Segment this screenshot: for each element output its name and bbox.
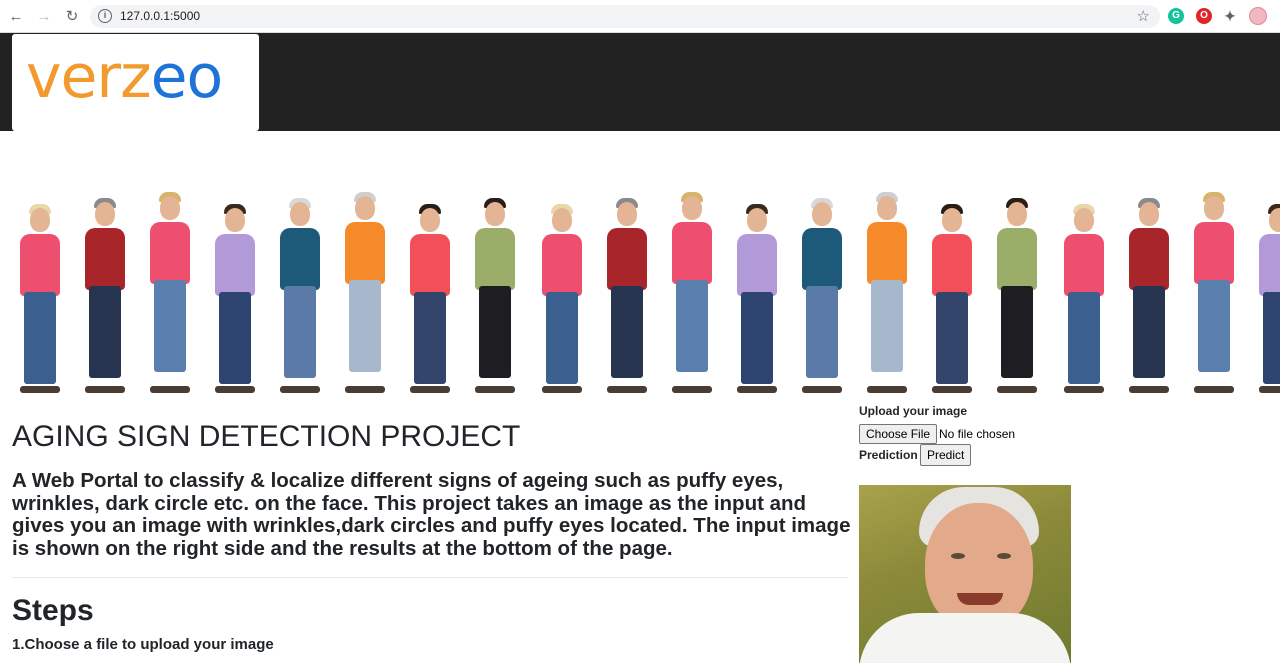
arrow-left-icon[interactable]: ← (6, 7, 26, 27)
banner-person (404, 204, 456, 394)
profile-avatar-icon[interactable] (1249, 7, 1267, 25)
banner-person (991, 198, 1043, 394)
arrow-right-icon[interactable]: → (34, 7, 54, 27)
logo-text-blue: eo (150, 42, 224, 112)
photo-mouth (957, 593, 1003, 605)
address-bar[interactable]: i 127.0.0.1:5000 ☆ (90, 5, 1160, 28)
photo-right-eye (997, 553, 1011, 559)
page-title: AGING SIGN DETECTION PROJECT (12, 420, 521, 453)
prediction-label: Prediction (859, 448, 918, 462)
banner-person (666, 192, 718, 394)
reload-icon[interactable]: ↻ (62, 7, 82, 27)
section-divider (12, 577, 848, 578)
banner-person (14, 204, 66, 394)
banner-people-image (0, 185, 1280, 400)
logo-text-orange: verz (26, 42, 152, 112)
banner-person (1058, 204, 1110, 394)
info-icon[interactable]: i (98, 9, 112, 23)
verzeo-logo[interactable]: verzeo (12, 34, 259, 131)
uploaded-face-image (859, 485, 1071, 663)
banner-person (601, 198, 653, 394)
banner-person (469, 198, 521, 394)
file-status-text: No file chosen (939, 427, 1016, 441)
banner-person (536, 204, 588, 394)
banner-person (79, 198, 131, 394)
step-1-text: 1.Choose a file to upload your image (12, 636, 274, 653)
banner-person (796, 198, 848, 394)
adblock-extension-icon[interactable]: O (1196, 8, 1212, 24)
banner-person (731, 204, 783, 394)
logo-wordmark: verzeo (26, 42, 224, 112)
steps-heading: Steps (12, 594, 94, 627)
banner-person (339, 192, 391, 394)
url-text: 127.0.0.1:5000 (120, 9, 201, 23)
upload-label: Upload your image (859, 404, 968, 418)
photo-left-eye (951, 553, 965, 559)
banner-person (1123, 198, 1175, 394)
photo-face (925, 503, 1033, 631)
puzzle-extensions-icon[interactable]: ✦ (1222, 8, 1238, 24)
banner-person (144, 192, 196, 394)
banner-person (209, 204, 261, 394)
bookmark-star-icon[interactable]: ☆ (1137, 7, 1150, 25)
site-navbar: verzeo (0, 33, 1280, 131)
banner-person (1253, 204, 1280, 394)
grammarly-extension-icon[interactable]: G (1168, 8, 1184, 24)
banner-person (861, 192, 913, 394)
project-description: A Web Portal to classify & localize diff… (12, 469, 851, 560)
choose-file-button[interactable]: Choose File (859, 424, 938, 444)
predict-button[interactable]: Predict (920, 444, 972, 466)
browser-toolbar: ← → ↻ i 127.0.0.1:5000 ☆ G O ✦ (0, 0, 1280, 33)
banner-person (926, 204, 978, 394)
banner-person (1188, 192, 1240, 394)
banner-person (274, 198, 326, 394)
photo-shirt (859, 613, 1071, 663)
